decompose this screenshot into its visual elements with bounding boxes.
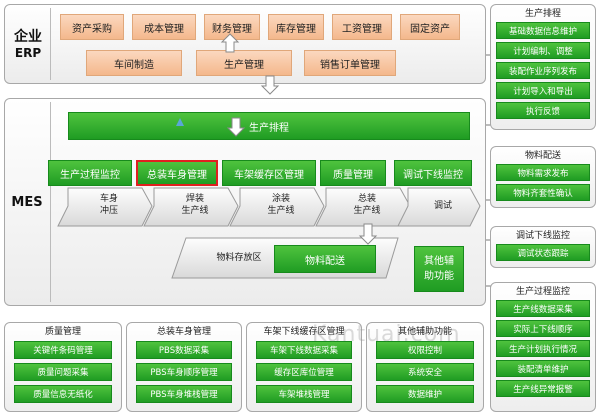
bottom-panel-4-item-2[interactable]: 系统安全 bbox=[376, 363, 474, 381]
bottom-panel-4-item-3[interactable]: 数据维护 bbox=[376, 385, 474, 403]
bottom-panel-2-item-3[interactable]: PBS车身堆栈管理 bbox=[136, 385, 232, 403]
right-panel-1-item-4[interactable]: 计划导入和导出 bbox=[496, 82, 590, 99]
process-step-5: 调试 bbox=[412, 200, 474, 212]
right-panel-2-item-2[interactable]: 物料齐套性确认 bbox=[496, 184, 590, 201]
process-step-4: 总装 生产线 bbox=[330, 193, 404, 217]
process-step-4-line2: 生产线 bbox=[353, 206, 381, 216]
other-functions-line1: 其他辅 bbox=[424, 256, 454, 267]
process-step-4-line1: 总装 bbox=[357, 194, 376, 204]
right-panel-4-item-4[interactable]: 装配清单维护 bbox=[496, 360, 590, 377]
process-step-1: 车身 冲压 bbox=[72, 193, 146, 217]
bottom-panel-1-title: 质量管理 bbox=[44, 327, 81, 337]
bottom-panel-1-item-3[interactable]: 质量信息无纸化 bbox=[14, 385, 112, 403]
right-panel-1-item-2[interactable]: 计划编制、调整 bbox=[496, 42, 590, 59]
blue-arrow-indicator bbox=[176, 118, 184, 126]
process-step-3-line1: 涂装 bbox=[271, 194, 290, 204]
right-panel-3-item-1[interactable]: 调试状态跟踪 bbox=[496, 244, 590, 261]
process-step-1-line2: 冲压 bbox=[99, 206, 118, 216]
process-step-2-line2: 生产线 bbox=[181, 206, 209, 216]
watermark: Kantuai.com bbox=[312, 322, 461, 347]
bottom-panel-2-item-1[interactable]: PBS数据采集 bbox=[136, 341, 232, 359]
right-panel-2-title: 物料配送 bbox=[524, 151, 561, 161]
bottom-panel-3-item-2[interactable]: 缓存区库位管理 bbox=[256, 363, 352, 381]
right-panel-1-title: 生产排程 bbox=[524, 9, 561, 19]
right-panel-4-item-2[interactable]: 实际上下线顺序 bbox=[496, 320, 590, 337]
other-functions-button[interactable]: 其他辅 助功能 bbox=[414, 246, 464, 292]
process-step-3-line2: 生产线 bbox=[267, 206, 295, 216]
bottom-panel-3-item-3[interactable]: 车架堆栈管理 bbox=[256, 385, 352, 403]
right-panel-1-item-1[interactable]: 基础数据信息维护 bbox=[496, 22, 590, 39]
process-step-2-line1: 焊装 bbox=[185, 194, 204, 204]
right-panel-3-title: 调试下线监控 bbox=[515, 231, 570, 241]
bottom-panel-1-item-2[interactable]: 质量问题采集 bbox=[14, 363, 112, 381]
right-panel-1-item-3[interactable]: 装配作业序列发布 bbox=[496, 62, 590, 79]
material-delivery-button[interactable]: 物料配送 bbox=[274, 245, 376, 273]
process-step-1-line1: 车身 bbox=[99, 194, 118, 204]
right-panel-4-item-1[interactable]: 生产线数据采集 bbox=[496, 300, 590, 317]
process-step-2: 焊装 生产线 bbox=[158, 193, 232, 217]
right-panel-4-item-5[interactable]: 生产线异常报警 bbox=[496, 380, 590, 397]
bottom-panel-2-title: 总装车身管理 bbox=[156, 327, 211, 337]
storage-area-label: 物料存放区 bbox=[216, 253, 262, 263]
right-panel-2-item-1[interactable]: 物料需求发布 bbox=[496, 164, 590, 181]
right-panel-1-item-5[interactable]: 执行反馈 bbox=[496, 102, 590, 119]
other-functions-line2: 助功能 bbox=[424, 271, 454, 282]
right-panel-4-item-3[interactable]: 生产计划执行情况 bbox=[496, 340, 590, 357]
process-step-3: 涂装 生产线 bbox=[244, 193, 318, 217]
right-panel-4-title: 生产过程监控 bbox=[515, 287, 570, 297]
bottom-panel-1-item-1[interactable]: 关键件条码管理 bbox=[14, 341, 112, 359]
process-step-5-line1: 调试 bbox=[433, 201, 452, 211]
bottom-panel-2-item-2[interactable]: PBS车身顺序管理 bbox=[136, 363, 232, 381]
